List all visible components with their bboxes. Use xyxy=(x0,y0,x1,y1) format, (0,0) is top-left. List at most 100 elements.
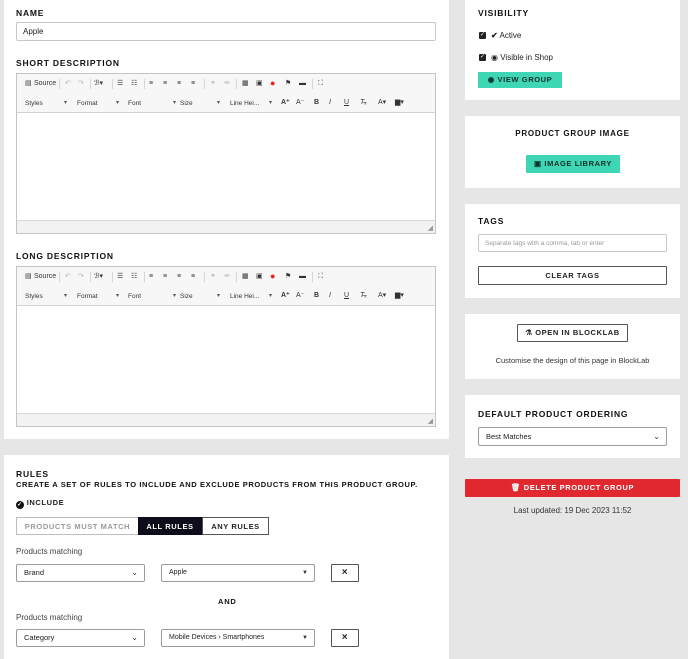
line-height-combo[interactable]: Line Hei... ▾ xyxy=(230,98,272,109)
table-icon[interactable]: ▦ xyxy=(242,272,249,282)
long-description-editor[interactable]: ▤ Source ↶ ↷ ℬ▾ ☰ ☷ ≡ ≡ ≡ ≡ ⚭ ⚮ ▦ ▣ ● ⚑ … xyxy=(16,266,436,427)
italic-icon[interactable]: I xyxy=(329,291,331,301)
blocklab-caption: Customise the design of this page in Blo… xyxy=(495,356,650,365)
redo-icon[interactable]: ↷ xyxy=(78,272,84,282)
embed-icon[interactable]: ▬ xyxy=(299,79,306,89)
open-in-blocklab-button[interactable]: ⚗ OPEN IN BLOCKLAB xyxy=(517,324,628,342)
align-left-icon[interactable]: ≡ xyxy=(149,79,153,89)
details-panel: NAME SHORT DESCRIPTION ▤ Source ↶ ↷ ℬ▾ ☰… xyxy=(4,0,449,439)
decrease-font-icon[interactable]: A⁻ xyxy=(296,291,304,301)
align-right-icon[interactable]: ≡ xyxy=(177,79,181,89)
ordering-select[interactable]: Best Matches ⌄ xyxy=(478,427,667,446)
rule-value-select[interactable]: Mobile Devices › Smartphones ▼ xyxy=(161,629,315,647)
active-checkbox[interactable]: ✓ xyxy=(479,32,486,39)
flag-icon[interactable]: ⚑ xyxy=(285,272,291,282)
clear-tags-button[interactable]: CLEAR TAGS xyxy=(478,266,667,285)
editor-status-bar: ◢ xyxy=(17,413,435,426)
styles-combo[interactable]: Styles ▾ xyxy=(25,98,67,109)
styles-combo[interactable]: Styles ▾ xyxy=(25,291,67,302)
rule-value-select[interactable]: Apple ▼ xyxy=(161,564,315,582)
flag-icon[interactable]: ⚑ xyxy=(285,79,291,89)
line-height-combo[interactable]: Line Hei... ▾ xyxy=(230,291,272,302)
resize-grip-icon[interactable]: ◢ xyxy=(428,224,433,232)
delete-product-group-button[interactable]: 🗑 DELETE PRODUCT GROUP xyxy=(465,479,680,497)
link-icon[interactable]: ⚭ xyxy=(210,272,216,282)
background-color-icon[interactable]: ▆▾ xyxy=(395,291,404,301)
check-icon: ✔ xyxy=(491,31,498,40)
source-icon[interactable]: ▤ xyxy=(25,79,32,89)
eye-icon: ◉ xyxy=(491,53,498,62)
size-combo[interactable]: Size ▾ xyxy=(180,98,220,109)
undo-icon[interactable]: ↶ xyxy=(65,272,71,282)
table-icon[interactable]: ▦ xyxy=(242,79,249,89)
embed-icon[interactable]: ▬ xyxy=(299,272,306,282)
image-library-label: IMAGE LIBRARY xyxy=(544,159,612,168)
resize-grip-icon[interactable]: ◢ xyxy=(428,417,433,425)
align-justify-icon[interactable]: ≡ xyxy=(191,272,195,282)
editor-toolbar: ▤ Source ↶ ↷ ℬ▾ ☰ ☷ ≡ ≡ ≡ ≡ ⚭ ⚮ ▦ ▣ ● ⚑ … xyxy=(17,267,435,287)
decrease-font-icon[interactable]: A⁻ xyxy=(296,98,304,108)
source-button[interactable]: Source xyxy=(34,272,56,282)
source-button[interactable]: Source xyxy=(34,79,56,89)
youtube-icon[interactable]: ● xyxy=(270,271,275,281)
name-label: NAME xyxy=(16,8,45,18)
unlink-icon[interactable]: ⚮ xyxy=(224,272,230,282)
tags-input[interactable] xyxy=(478,234,667,252)
format-combo[interactable]: Format ▾ xyxy=(77,98,119,109)
maximize-icon[interactable]: ⛶ xyxy=(318,79,323,89)
underline-icon[interactable]: U xyxy=(344,291,349,301)
link-icon[interactable]: ⚭ xyxy=(210,79,216,89)
youtube-icon[interactable]: ● xyxy=(270,78,275,88)
rule-field-select[interactable]: Brand ⌄ xyxy=(16,564,145,582)
spellcheck-icon[interactable]: ℬ▾ xyxy=(94,79,103,89)
redo-icon[interactable]: ↷ xyxy=(78,79,84,89)
short-description-label: SHORT DESCRIPTION xyxy=(16,58,120,68)
bold-icon[interactable]: B xyxy=(314,98,319,108)
undo-icon[interactable]: ↶ xyxy=(65,79,71,89)
font-combo[interactable]: Font ▾ xyxy=(128,98,176,109)
size-combo[interactable]: Size ▾ xyxy=(180,291,220,302)
numbered-list-icon[interactable]: ☰ xyxy=(117,272,123,282)
italic-icon[interactable]: I xyxy=(329,98,331,108)
text-color-icon[interactable]: A▾ xyxy=(378,98,386,108)
font-combo[interactable]: Font ▾ xyxy=(128,291,176,302)
image-icon[interactable]: ▣ xyxy=(256,272,263,282)
active-label: Active xyxy=(499,31,522,40)
align-right-icon[interactable]: ≡ xyxy=(177,272,181,282)
remove-rule-button[interactable]: × xyxy=(331,629,359,647)
bulleted-list-icon[interactable]: ☷ xyxy=(131,272,137,282)
mode-products-must-match[interactable]: PRODUCTS MUST MATCH xyxy=(16,517,138,535)
align-center-icon[interactable]: ≡ xyxy=(163,79,167,89)
align-justify-icon[interactable]: ≡ xyxy=(191,79,195,89)
text-color-icon[interactable]: A▾ xyxy=(378,291,386,301)
background-color-icon[interactable]: ▆▾ xyxy=(395,98,404,108)
unlink-icon[interactable]: ⚮ xyxy=(224,79,230,89)
clear-format-icon[interactable]: T̶ₓ xyxy=(360,98,367,108)
name-input[interactable] xyxy=(16,22,436,41)
align-center-icon[interactable]: ≡ xyxy=(163,272,167,282)
numbered-list-icon[interactable]: ☰ xyxy=(117,79,123,89)
visible-in-shop-checkbox[interactable]: ✓ xyxy=(479,54,486,61)
rule-field-select[interactable]: Category ⌄ xyxy=(16,629,145,647)
delete-label: DELETE PRODUCT GROUP xyxy=(523,483,635,492)
mode-all-rules[interactable]: ALL RULES xyxy=(138,517,202,535)
image-library-button[interactable]: ▣ IMAGE LIBRARY xyxy=(526,155,620,173)
mode-any-rules[interactable]: ANY RULES xyxy=(202,517,269,535)
view-group-button[interactable]: ◉ VIEW GROUP xyxy=(478,72,562,88)
bulleted-list-icon[interactable]: ☷ xyxy=(131,79,137,89)
increase-font-icon[interactable]: A⁺ xyxy=(281,291,290,301)
source-icon[interactable]: ▤ xyxy=(25,272,32,282)
image-icon: ▣ xyxy=(534,159,542,168)
spellcheck-icon[interactable]: ℬ▾ xyxy=(94,272,103,282)
underline-icon[interactable]: U xyxy=(344,98,349,108)
editor-status-bar: ◢ xyxy=(17,220,435,233)
remove-rule-button[interactable]: × xyxy=(331,564,359,582)
clear-format-icon[interactable]: T̶ₓ xyxy=(360,291,367,301)
maximize-icon[interactable]: ⛶ xyxy=(318,272,323,282)
bold-icon[interactable]: B xyxy=(314,291,319,301)
align-left-icon[interactable]: ≡ xyxy=(149,272,153,282)
increase-font-icon[interactable]: A⁺ xyxy=(281,98,290,108)
image-icon[interactable]: ▣ xyxy=(256,79,263,89)
short-description-editor[interactable]: ▤ Source ↶ ↷ ℬ▾ ☰ ☷ ≡ ≡ ≡ ≡ ⚭ ⚮ ▦ ▣ ● ⚑ … xyxy=(16,73,436,234)
format-combo[interactable]: Format ▾ xyxy=(77,291,119,302)
